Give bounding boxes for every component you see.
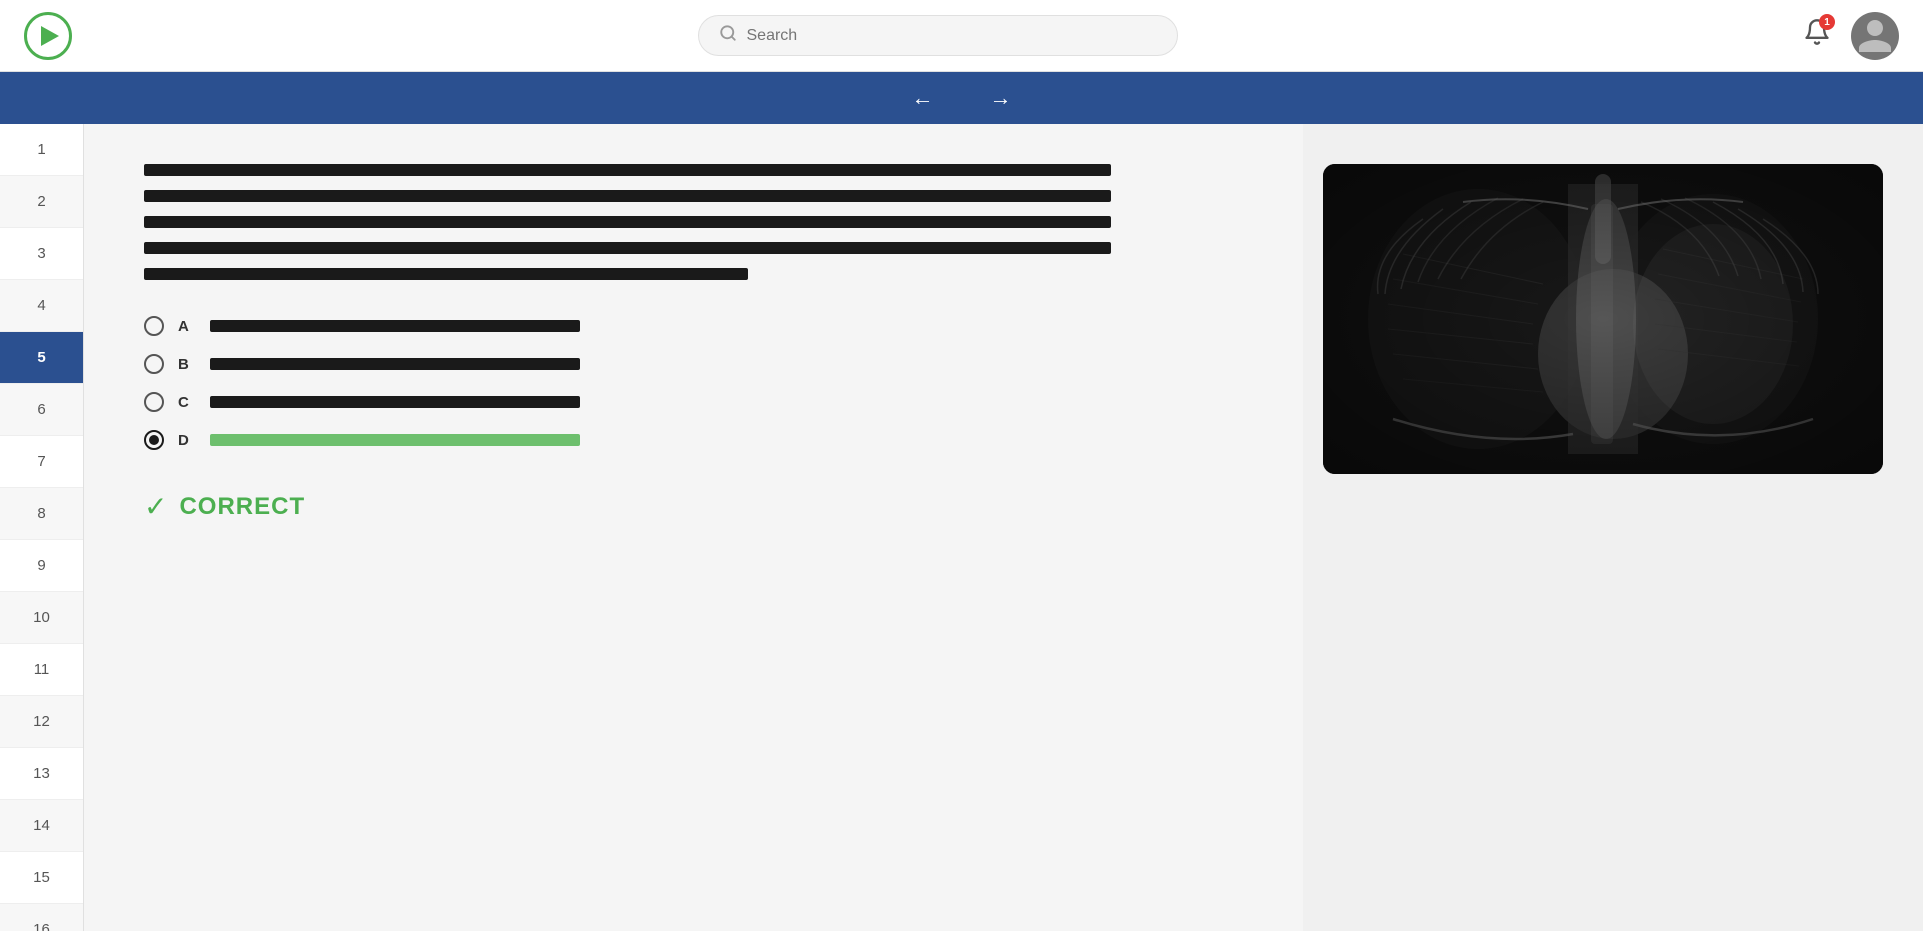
sidebar-item-2[interactable]: 2 bbox=[0, 176, 83, 228]
option-bar-a bbox=[210, 320, 580, 332]
search-input[interactable] bbox=[747, 27, 1157, 45]
main-header: 1 bbox=[0, 0, 1923, 72]
question-line-5 bbox=[144, 268, 748, 280]
option-bar-d bbox=[210, 434, 580, 446]
xray-image bbox=[1323, 164, 1883, 474]
search-bar[interactable] bbox=[698, 15, 1178, 56]
sidebar-item-8[interactable]: 8 bbox=[0, 488, 83, 540]
forward-arrow-button[interactable]: → bbox=[982, 77, 1020, 119]
question-line-1 bbox=[144, 164, 1111, 176]
xray-panel bbox=[1303, 124, 1923, 931]
question-panel: A B C D ✓ CORRECT bbox=[84, 124, 1303, 931]
option-a[interactable]: A bbox=[144, 316, 1243, 336]
option-label-a: A bbox=[178, 318, 194, 335]
sidebar-item-3[interactable]: 3 bbox=[0, 228, 83, 280]
logo-play-button[interactable] bbox=[24, 12, 72, 60]
notification-badge: 1 bbox=[1819, 14, 1835, 30]
radio-c[interactable] bbox=[144, 392, 164, 412]
correct-text: CORRECT bbox=[179, 493, 305, 521]
option-d[interactable]: D bbox=[144, 430, 1243, 450]
option-label-c: C bbox=[178, 394, 194, 411]
checkmark-icon: ✓ bbox=[144, 490, 167, 523]
correct-indicator: ✓ CORRECT bbox=[144, 490, 1243, 523]
option-label-b: B bbox=[178, 356, 194, 373]
question-line-2 bbox=[144, 190, 1111, 202]
option-c[interactable]: C bbox=[144, 392, 1243, 412]
notification-bell[interactable]: 1 bbox=[1803, 18, 1831, 53]
header-right-controls: 1 bbox=[1803, 12, 1899, 60]
sidebar-item-16[interactable]: 16 bbox=[0, 904, 83, 931]
play-icon bbox=[41, 26, 59, 46]
sidebar-item-13[interactable]: 13 bbox=[0, 748, 83, 800]
option-b[interactable]: B bbox=[144, 354, 1243, 374]
avatar[interactable] bbox=[1851, 12, 1899, 60]
question-line-4 bbox=[144, 242, 1111, 254]
navigation-bar: ← → bbox=[0, 72, 1923, 124]
question-line-3 bbox=[144, 216, 1111, 228]
radio-a[interactable] bbox=[144, 316, 164, 336]
sidebar-item-6[interactable]: 6 bbox=[0, 384, 83, 436]
answer-options: A B C D bbox=[144, 316, 1243, 450]
main-content-area: 1 2 3 4 5 6 7 8 9 10 11 12 13 14 15 16 A bbox=[0, 124, 1923, 931]
option-bar-b bbox=[210, 358, 580, 370]
back-arrow-button[interactable]: ← bbox=[904, 77, 942, 119]
sidebar-item-14[interactable]: 14 bbox=[0, 800, 83, 852]
sidebar-item-5[interactable]: 5 bbox=[0, 332, 83, 384]
option-label-d: D bbox=[178, 432, 194, 449]
sidebar-item-11[interactable]: 11 bbox=[0, 644, 83, 696]
sidebar-item-7[interactable]: 7 bbox=[0, 436, 83, 488]
search-icon bbox=[719, 24, 737, 47]
radio-b[interactable] bbox=[144, 354, 164, 374]
sidebar-item-4[interactable]: 4 bbox=[0, 280, 83, 332]
question-number-sidebar: 1 2 3 4 5 6 7 8 9 10 11 12 13 14 15 16 bbox=[0, 124, 84, 931]
logo-area bbox=[24, 12, 72, 60]
sidebar-item-9[interactable]: 9 bbox=[0, 540, 83, 592]
sidebar-item-15[interactable]: 15 bbox=[0, 852, 83, 904]
option-bar-c bbox=[210, 396, 580, 408]
sidebar-item-10[interactable]: 10 bbox=[0, 592, 83, 644]
sidebar-item-1[interactable]: 1 bbox=[0, 124, 83, 176]
question-text bbox=[144, 164, 1243, 280]
radio-d[interactable] bbox=[144, 430, 164, 450]
sidebar-item-12[interactable]: 12 bbox=[0, 696, 83, 748]
